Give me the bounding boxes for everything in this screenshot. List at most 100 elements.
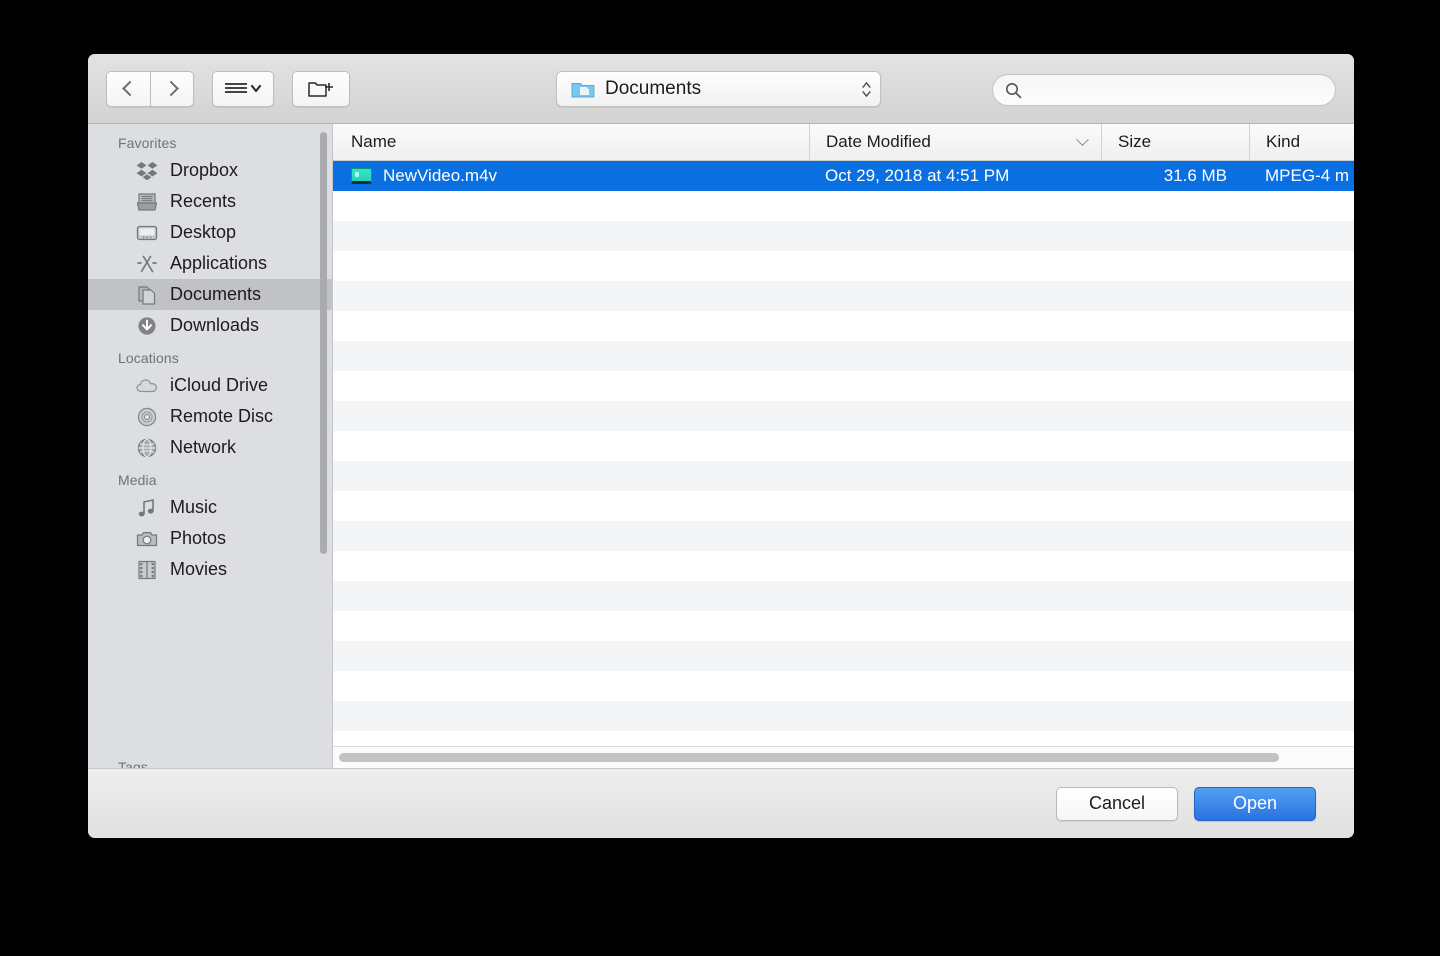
table-row-empty[interactable]	[333, 251, 1354, 281]
chevron-right-icon	[162, 80, 179, 97]
forward-button[interactable]	[150, 70, 194, 107]
file-date-cell: Oct 29, 2018 at 4:51 PM	[825, 166, 1010, 185]
file-rows: NewVideo.m4v Oct 29, 2018 at 4:51 PM 31.…	[333, 161, 1354, 746]
table-row-empty[interactable]	[333, 641, 1354, 671]
sidebar-item-label: Desktop	[170, 222, 237, 242]
table-row-empty[interactable]	[333, 311, 1354, 341]
disc-icon	[136, 406, 158, 428]
open-file-dialog-window: Documents Favorites Dropbox Recents Desk…	[88, 54, 1354, 838]
column-header-size[interactable]: Size	[1101, 124, 1249, 160]
file-name-cell: NewVideo.m4v	[333, 166, 809, 186]
sidebar-item-movies[interactable]: Movies	[88, 554, 332, 585]
recents-icon	[136, 191, 158, 213]
film-strip-icon	[136, 559, 158, 581]
chevron-down-icon	[1076, 132, 1089, 146]
open-button[interactable]: Open	[1194, 786, 1316, 821]
file-size-cell: 31.6 MB	[1163, 166, 1227, 185]
column-header-kind[interactable]: Kind	[1249, 124, 1354, 160]
sidebar-item-remote-disc[interactable]: Remote Disc	[88, 401, 332, 432]
column-headers: Name Date Modified Size Kind	[333, 124, 1354, 161]
sidebar-section-favorites: Favorites	[118, 135, 177, 151]
sidebar-section-locations: Locations	[118, 350, 179, 366]
sidebar: Favorites Dropbox Recents Desktop Applic…	[88, 124, 333, 768]
sidebar-item-label: Applications	[170, 253, 268, 273]
sidebar-item-desktop[interactable]: Desktop	[88, 217, 332, 248]
sidebar-item-music[interactable]: Music	[88, 492, 332, 523]
back-button[interactable]	[106, 70, 150, 107]
search-field[interactable]	[992, 74, 1336, 106]
search-icon	[1006, 82, 1022, 98]
sidebar-item-label: Network	[170, 437, 237, 457]
camera-icon	[136, 528, 158, 550]
chevron-left-icon	[122, 80, 138, 97]
sidebar-item-label: Recents	[170, 191, 237, 211]
sidebar-item-applications[interactable]: Applications	[88, 248, 332, 279]
dialog-footer: Cancel Open	[88, 768, 1354, 838]
sidebar-scrollbar[interactable]	[320, 132, 327, 554]
dialog-body: Favorites Dropbox Recents Desktop Applic…	[88, 124, 1354, 768]
sidebar-item-icloud-drive[interactable]: iCloud Drive	[88, 370, 332, 401]
sidebar-item-label: Movies	[170, 559, 228, 579]
table-row-empty[interactable]	[333, 731, 1354, 746]
network-globe-icon	[136, 437, 158, 459]
empty-rows	[333, 191, 1354, 746]
sidebar-item-label: iCloud Drive	[170, 375, 269, 395]
sidebar-item-label: Music	[170, 497, 218, 517]
downloads-icon	[136, 315, 158, 337]
sidebar-item-network[interactable]: Network	[88, 432, 332, 463]
documents-icon	[136, 284, 158, 306]
new-folder-icon	[308, 81, 333, 97]
sidebar-section-tags-clipped: Tags	[88, 750, 331, 768]
folder-documents-icon	[571, 82, 595, 97]
stepper-icon	[862, 81, 871, 97]
view-options-button[interactable]	[212, 70, 274, 107]
toolbar: Documents	[88, 54, 1354, 124]
table-row-empty[interactable]	[333, 221, 1354, 251]
table-row-empty[interactable]	[333, 401, 1354, 431]
sidebar-section-media: Media	[118, 472, 157, 488]
icloud-icon	[136, 375, 158, 397]
table-row-empty[interactable]	[333, 281, 1354, 311]
column-header-date-modified-label: Date Modified	[826, 132, 931, 151]
sidebar-item-label: Downloads	[170, 315, 260, 335]
table-row-empty[interactable]	[333, 371, 1354, 401]
sidebar-item-documents[interactable]: Documents	[88, 279, 332, 310]
table-row-empty[interactable]	[333, 701, 1354, 731]
table-row-empty[interactable]	[333, 611, 1354, 641]
table-row-empty[interactable]	[333, 341, 1354, 371]
sidebar-item-label: Documents	[170, 284, 262, 304]
horizontal-scrollbar[interactable]	[333, 746, 1354, 768]
table-row-empty[interactable]	[333, 461, 1354, 491]
video-file-icon	[351, 168, 372, 184]
sidebar-section-tags-label: Tags	[118, 759, 148, 768]
sidebar-item-photos[interactable]: Photos	[88, 523, 332, 554]
column-header-date-modified[interactable]: Date Modified	[809, 124, 1101, 160]
file-list: Name Date Modified Size Kind NewVideo.m4…	[333, 124, 1354, 768]
applications-icon	[136, 253, 158, 275]
table-row[interactable]: NewVideo.m4v Oct 29, 2018 at 4:51 PM 31.…	[333, 161, 1354, 191]
sidebar-item-label: Remote Disc	[170, 406, 274, 426]
path-popup-button[interactable]: Documents	[556, 71, 881, 107]
new-folder-button[interactable]	[292, 70, 350, 107]
table-row-empty[interactable]	[333, 551, 1354, 581]
list-view-icon	[225, 82, 262, 93]
search-input[interactable]	[1030, 81, 1323, 99]
table-row-empty[interactable]	[333, 191, 1354, 221]
file-kind-cell: MPEG-4 m	[1265, 166, 1350, 185]
sidebar-item-downloads[interactable]: Downloads	[88, 310, 332, 341]
table-row-empty[interactable]	[333, 671, 1354, 701]
path-popup-value: Documents	[605, 78, 702, 99]
table-row-empty[interactable]	[333, 431, 1354, 461]
column-header-name[interactable]: Name	[333, 124, 809, 160]
sidebar-item-label: Dropbox	[170, 160, 239, 180]
dropbox-icon	[136, 160, 158, 182]
sidebar-item-recents[interactable]: Recents	[88, 186, 332, 217]
table-row-empty[interactable]	[333, 521, 1354, 551]
cancel-button[interactable]: Cancel	[1056, 786, 1178, 821]
table-row-empty[interactable]	[333, 581, 1354, 611]
sidebar-item-dropbox[interactable]: Dropbox	[88, 155, 332, 186]
desktop-icon	[136, 222, 158, 244]
table-row-empty[interactable]	[333, 491, 1354, 521]
horizontal-scrollbar-thumb[interactable]	[339, 753, 1279, 762]
navigation-buttons	[106, 70, 194, 107]
